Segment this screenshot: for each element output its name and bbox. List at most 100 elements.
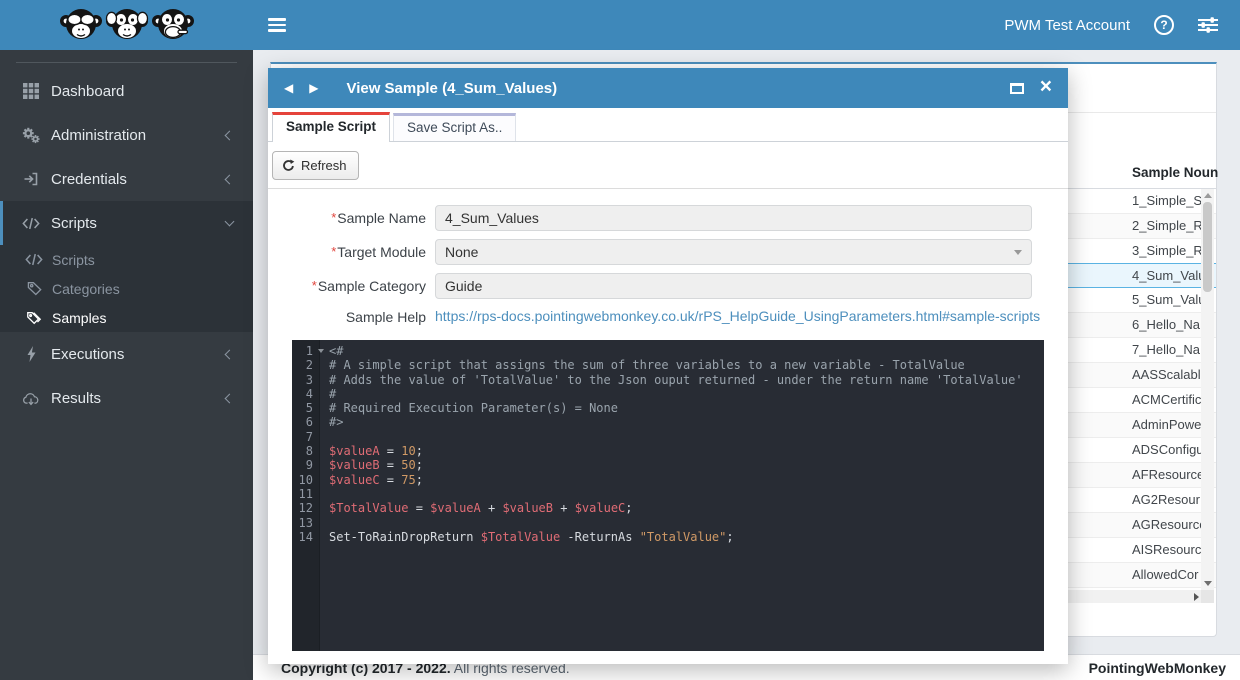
- sidebar-item-label: Scripts: [51, 215, 97, 232]
- sample-help-link[interactable]: https://rps-docs.pointingwebmonkey.co.uk…: [435, 308, 1040, 324]
- sidebar-item-label: Executions: [51, 346, 124, 363]
- sidebar-subitem-label: Samples: [52, 310, 106, 326]
- tab-sample-script[interactable]: Sample Script: [272, 112, 390, 142]
- code-text: #: [320, 387, 336, 401]
- sample-name-input[interactable]: [435, 205, 1032, 231]
- fold-arrow-icon[interactable]: [318, 349, 324, 353]
- sample-noun-cell: AllowedCor: [1132, 563, 1201, 587]
- sidebar-subitem-categories[interactable]: Categories: [0, 274, 253, 303]
- code-text: $TotalValue = $valueA + $valueB + $value…: [320, 501, 633, 515]
- required-asterisk: *: [331, 244, 336, 259]
- line-number: 13: [292, 516, 320, 530]
- top-navbar: PWM Test Account ?: [253, 0, 1240, 50]
- code-text: #>: [320, 415, 343, 429]
- sliders-icon[interactable]: [1198, 17, 1218, 33]
- sidebar-item-executions[interactable]: Executions: [0, 332, 253, 376]
- chevron-down-icon: [1014, 250, 1022, 255]
- vertical-scrollbar-thumb[interactable]: [1203, 202, 1212, 292]
- sample-noun-cell: AGResource: [1132, 513, 1201, 537]
- modal-title: View Sample (4_Sum_Values): [346, 80, 557, 97]
- scroll-right-icon[interactable]: [1194, 593, 1199, 601]
- sample-noun-cell: 3_Simple_R: [1132, 239, 1201, 263]
- sample-noun-cell: 2_Simple_R: [1132, 214, 1201, 238]
- line-number: 7: [292, 430, 320, 444]
- sidebar-group-scripts: Scripts Scripts Categories Samples: [0, 201, 253, 332]
- scroll-down-icon[interactable]: [1204, 581, 1212, 586]
- sidebar-item-results[interactable]: Results: [0, 376, 253, 420]
- code-text: # Adds the value of 'TotalValue' to the …: [320, 373, 1023, 387]
- sidebar-subitem-samples[interactable]: Samples: [0, 303, 253, 332]
- modal-titlebar: ◀ ▶ View Sample (4_Sum_Values) ×: [268, 68, 1068, 108]
- gears-icon: [20, 126, 42, 144]
- maximize-icon[interactable]: [1010, 83, 1024, 94]
- target-module-label: *Target Module: [268, 244, 435, 260]
- sidebar-item-scripts[interactable]: Scripts: [0, 201, 253, 245]
- sample-noun-cell: ADSConfigu: [1132, 438, 1201, 462]
- account-name[interactable]: PWM Test Account: [1004, 17, 1130, 34]
- sidebar-subitem-scripts[interactable]: Scripts: [0, 245, 253, 274]
- modal-toolbar: Refresh: [268, 142, 1068, 189]
- hear-no-evil-monkey-icon: [105, 5, 149, 45]
- sidebar-nav: DashboardAdministrationCredentialsScript…: [0, 69, 253, 420]
- sample-noun-cell: AG2Resour: [1132, 488, 1201, 512]
- script-code-editor[interactable]: 1<#2# A simple script that assigns the s…: [292, 340, 1044, 651]
- sidebar-item-credentials[interactable]: Credentials: [0, 157, 253, 201]
- code-line: 11: [292, 487, 1044, 501]
- code-line: 5# Required Execution Parameter(s) = Non…: [292, 401, 1044, 415]
- refresh-button[interactable]: Refresh: [272, 151, 359, 180]
- code-text: [320, 516, 336, 530]
- chevron-left-icon: [225, 349, 235, 359]
- line-number: 14: [292, 530, 320, 544]
- code-line: 3# Adds the value of 'TotalValue' to the…: [292, 373, 1044, 387]
- required-asterisk: *: [331, 210, 336, 225]
- next-icon[interactable]: ▶: [309, 82, 318, 94]
- view-sample-modal: ◀ ▶ View Sample (4_Sum_Values) × Sample …: [268, 68, 1068, 664]
- sidebar: DashboardAdministrationCredentialsScript…: [0, 0, 253, 680]
- scroll-up-icon[interactable]: [1204, 193, 1212, 198]
- app-window: DashboardAdministrationCredentialsScript…: [0, 0, 1240, 680]
- code-text: $valueA = 10;: [320, 444, 423, 458]
- chevron-left-icon: [225, 130, 235, 140]
- vertical-scrollbar[interactable]: [1201, 189, 1214, 590]
- code-line: 14Set-ToRainDropReturn $TotalValue -Retu…: [292, 530, 1044, 544]
- table-column-header-sample-noun[interactable]: Sample Noun: [1132, 165, 1218, 180]
- close-icon[interactable]: ×: [1040, 76, 1052, 97]
- sidebar-subitem-label: Scripts: [52, 252, 95, 268]
- cloud-download-icon: [20, 391, 42, 406]
- sample-noun-cell: AFResource: [1132, 463, 1201, 487]
- line-number: 6: [292, 415, 320, 429]
- sidebar-subitem-label: Categories: [52, 281, 120, 297]
- sidebar-item-label: Administration: [51, 127, 146, 144]
- sidebar-item-dashboard[interactable]: Dashboard: [0, 69, 253, 113]
- tag-icon: [24, 281, 44, 296]
- sidebar-divider: [16, 62, 237, 63]
- sample-noun-cell: AASScalable: [1132, 363, 1201, 387]
- line-number: 10: [292, 473, 320, 487]
- code-line: 6#>: [292, 415, 1044, 429]
- sample-category-input[interactable]: [435, 273, 1032, 299]
- sample-noun-cell: 6_Hello_Na: [1132, 313, 1201, 337]
- code-text: [320, 487, 336, 501]
- brand-logo[interactable]: [0, 0, 253, 50]
- sample-category-label: *Sample Category: [268, 278, 435, 294]
- code-text: # A simple script that assigns the sum o…: [320, 358, 965, 372]
- code-line: 4#: [292, 387, 1044, 401]
- tab-save-script-as[interactable]: Save Script As..: [393, 113, 516, 141]
- see-no-evil-monkey-icon: [59, 5, 103, 45]
- code-line: 1<#: [292, 344, 1044, 358]
- line-number: 5: [292, 401, 320, 415]
- sign-in-icon: [20, 171, 42, 187]
- help-icon[interactable]: ?: [1154, 15, 1174, 35]
- sidebar-item-administration[interactable]: Administration: [0, 113, 253, 157]
- code-text: $valueB = 50;: [320, 458, 423, 472]
- sample-noun-cell: 7_Hello_Na: [1132, 338, 1201, 362]
- refresh-icon: [282, 159, 295, 172]
- target-module-select[interactable]: None: [435, 239, 1032, 265]
- sample-noun-cell: 4_Sum_Valu: [1132, 264, 1201, 288]
- prev-icon[interactable]: ◀: [284, 82, 293, 94]
- menu-toggle-icon[interactable]: [268, 15, 286, 35]
- code-icon: [20, 217, 42, 230]
- sample-name-label: *Sample Name: [268, 210, 435, 226]
- code-line: 8$valueA = 10;: [292, 444, 1044, 458]
- code-text: # Required Execution Parameter(s) = None: [320, 401, 618, 415]
